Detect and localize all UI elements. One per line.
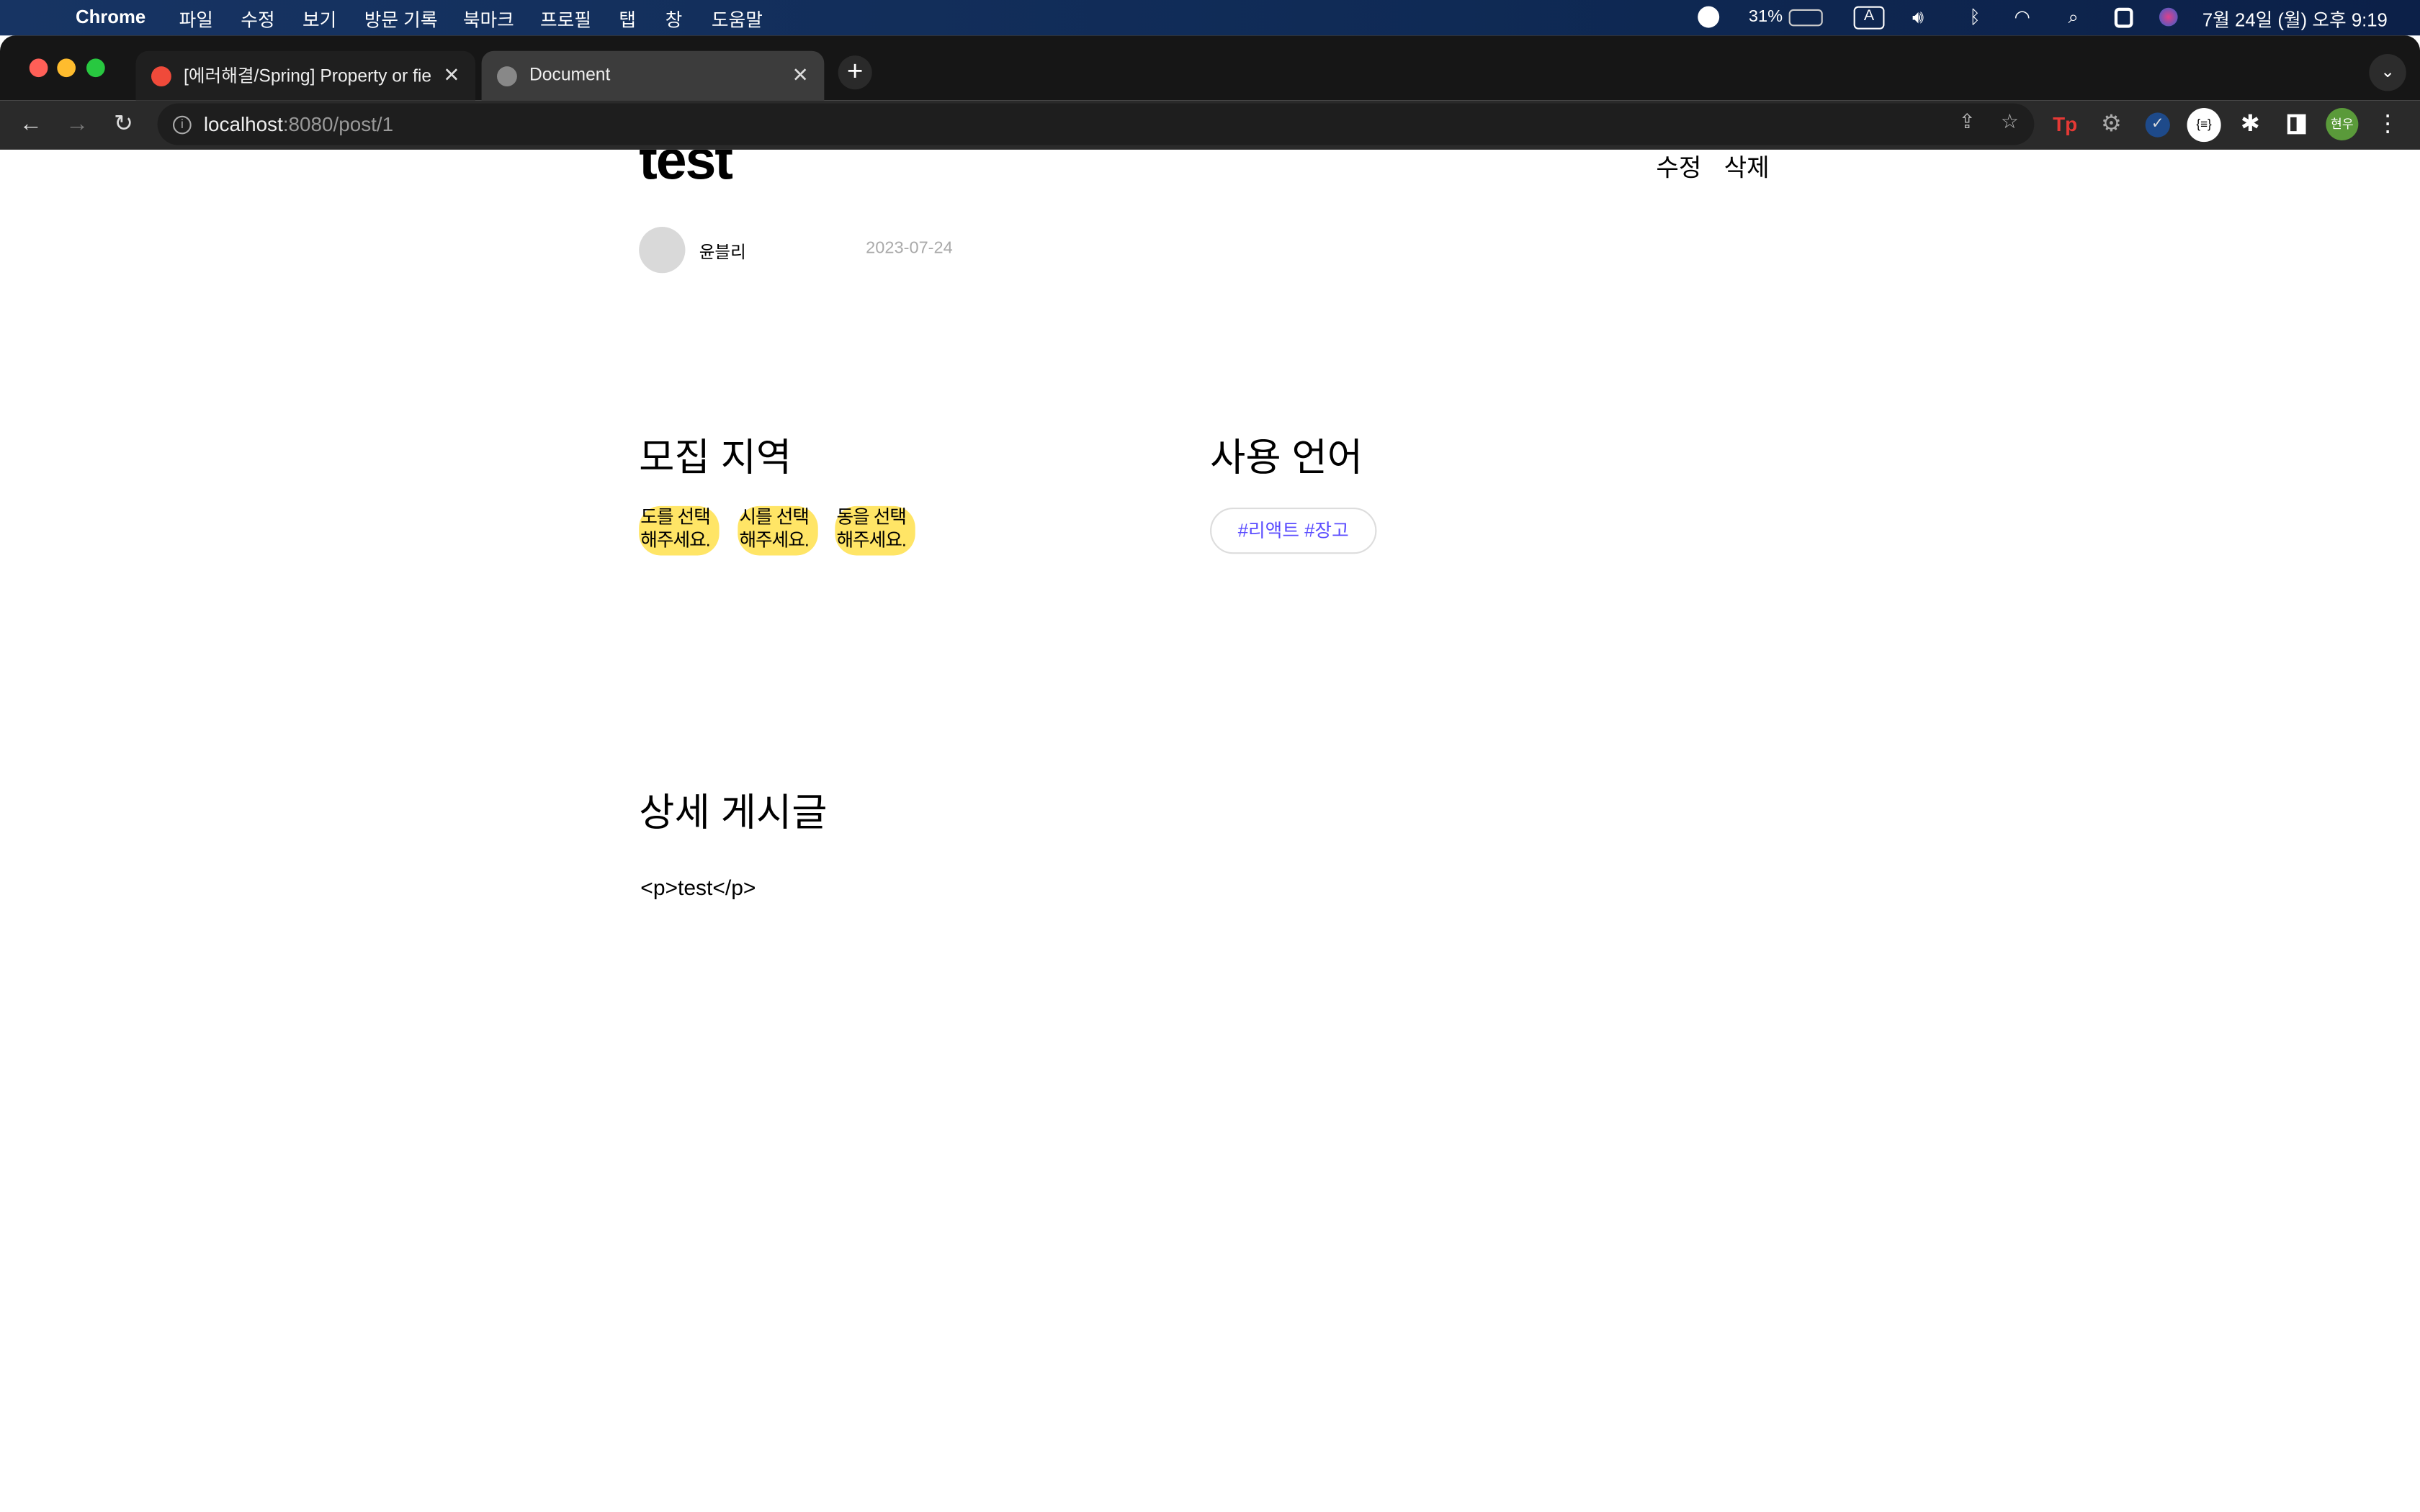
close-window-button[interactable] <box>29 58 48 78</box>
tab-strip: [에러해결/Spring] Property or fie ✕ Document… <box>0 35 2420 101</box>
post-body: <p>test</p> <box>640 875 756 900</box>
close-tab-icon[interactable]: ✕ <box>443 63 460 88</box>
reload-icon[interactable]: ↻ <box>108 109 139 140</box>
menu-history[interactable]: 방문 기록 <box>364 6 438 32</box>
url-host: localhost <box>203 112 283 136</box>
bluetooth-icon[interactable]: ᛒ <box>1969 6 1980 28</box>
share-icon[interactable]: ⇪ <box>1959 109 1976 134</box>
profile-avatar[interactable]: 현우 <box>2326 108 2359 141</box>
menu-kebab-icon[interactable]: ⋮ <box>2372 109 2403 140</box>
menu-bookmarks[interactable]: 북마크 <box>463 6 514 32</box>
browser-toolbar: ← → ↻ i localhost:8080/post/1 ⇪ ☆ Tp ⚙ ✓… <box>0 100 2420 150</box>
side-panel-icon[interactable] <box>2287 114 2306 135</box>
back-icon[interactable]: ← <box>15 109 46 140</box>
menu-app[interactable]: Chrome <box>76 6 145 28</box>
tab-error-blog[interactable]: [에러해결/Spring] Property or fie ✕ <box>135 50 476 101</box>
tab-title: [에러해결/Spring] Property or fie <box>184 68 431 87</box>
tab-document[interactable]: Document ✕ <box>481 50 825 101</box>
minimize-window-button[interactable] <box>57 58 76 78</box>
menu-tab[interactable]: 탭 <box>619 6 636 32</box>
menu-help[interactable]: 도움말 <box>712 6 763 32</box>
clock[interactable]: 7월 24일 (월) 오후 9:19 <box>2202 6 2388 32</box>
language-heading: 사용 언어 <box>1210 436 1363 480</box>
author-avatar <box>639 227 686 274</box>
city-chip: 시를 선택 해주세요. <box>738 505 818 556</box>
url-path: :8080/post/1 <box>282 112 394 136</box>
close-tab-icon[interactable]: ✕ <box>792 63 809 88</box>
globe-icon <box>497 66 517 86</box>
edit-button[interactable]: 수정 <box>1656 150 1701 184</box>
region-heading: 모집 지역 <box>639 436 792 480</box>
extension-tp-icon[interactable]: Tp <box>2050 109 2081 140</box>
language-tags: #리액트 #장고 <box>1210 508 1377 554</box>
menu-edit[interactable]: 수정 <box>241 6 274 32</box>
battery-percent: 31% <box>1748 7 1783 27</box>
macos-menubar: Chrome 파일 수정 보기 방문 기록 북마크 프로필 탭 창 도움말 31… <box>0 0 2420 36</box>
menu-window[interactable]: 창 <box>666 6 683 32</box>
info-icon[interactable]: i <box>173 114 192 134</box>
extension-check-icon[interactable]: ✓ <box>2145 112 2170 138</box>
siri-icon[interactable] <box>2159 7 2178 27</box>
tab-search-button[interactable]: ⌄ <box>2369 54 2406 91</box>
extension-json-icon[interactable]: {≡} <box>2187 108 2221 143</box>
delete-button[interactable]: 삭제 <box>1724 150 1770 184</box>
post-title: test <box>639 149 733 192</box>
bookmark-star-icon[interactable]: ☆ <box>2001 109 2019 134</box>
menu-view[interactable]: 보기 <box>302 6 336 32</box>
favicon-icon <box>151 66 171 86</box>
battery-icon[interactable] <box>1788 9 1823 27</box>
control-center-icon[interactable] <box>2114 7 2133 28</box>
input-source-icon[interactable]: A <box>1853 6 1885 30</box>
province-chip: 도를 선택 해주세요. <box>639 505 720 556</box>
spotlight-icon[interactable]: ⌕ <box>2068 6 2078 30</box>
maximize-window-button[interactable] <box>86 58 105 78</box>
tab-title: Document <box>529 66 611 85</box>
menu-file[interactable]: 파일 <box>179 6 213 32</box>
volume-icon[interactable]: 🔊︎ <box>1912 6 1924 30</box>
extensions-puzzle-icon[interactable]: ✱ <box>2235 109 2266 140</box>
new-tab-button[interactable]: + <box>838 55 872 90</box>
post-date: 2023-07-24 <box>866 239 953 258</box>
author-name: 윤블리 <box>699 243 746 263</box>
address-bar[interactable]: i localhost:8080/post/1 ⇪ ☆ <box>157 103 2035 145</box>
wifi-icon[interactable]: ◠ <box>2014 6 2030 28</box>
detail-heading: 상세 게시글 <box>639 791 828 835</box>
page-content: test 수정 삭제 윤블리 2023-07-24 모집 지역 도를 선택 해주세… <box>0 150 2420 1512</box>
menu-profile[interactable]: 프로필 <box>540 6 591 32</box>
forward-icon[interactable]: → <box>62 109 93 140</box>
extension-gear-icon[interactable]: ⚙ <box>2096 109 2127 140</box>
district-chip: 동을 선택 해주세요. <box>835 505 915 556</box>
chat-icon[interactable] <box>1698 6 1720 28</box>
